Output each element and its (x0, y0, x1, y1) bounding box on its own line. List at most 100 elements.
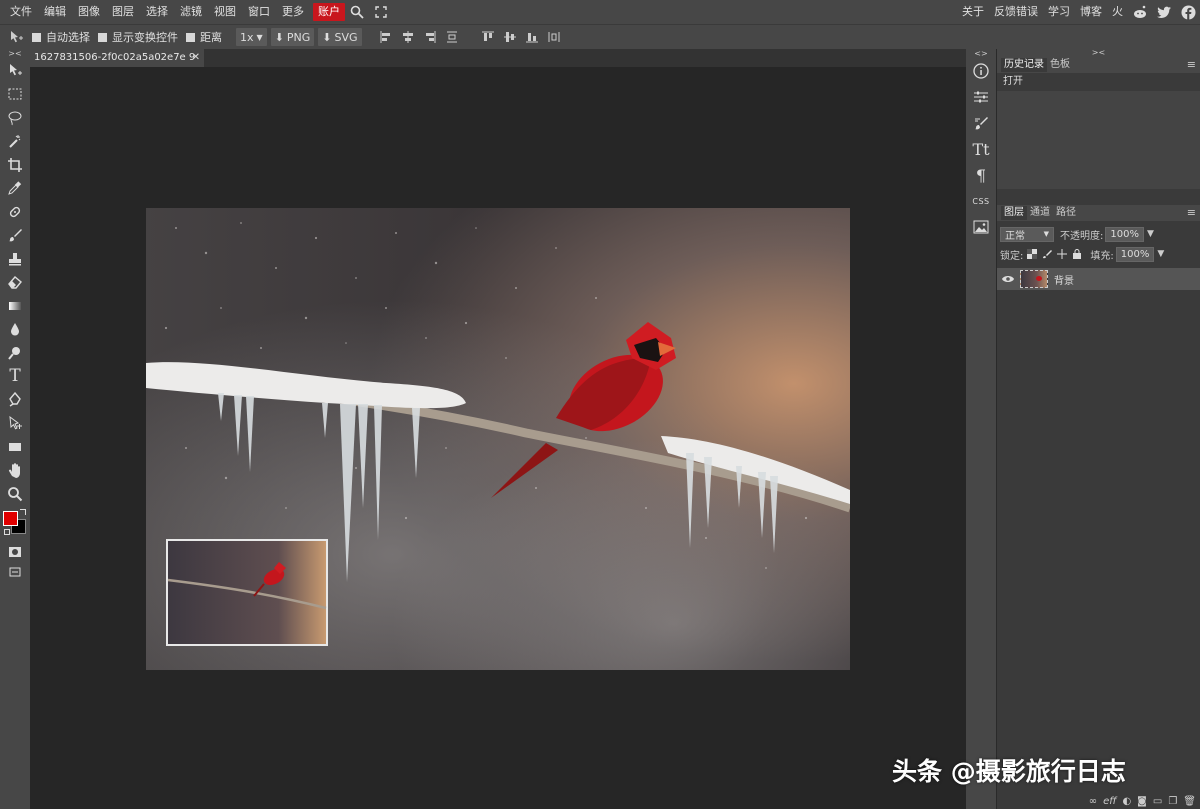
auto-select-box[interactable] (32, 32, 41, 42)
menu-filter[interactable]: 滤镜 (174, 0, 208, 24)
paragraph-icon[interactable]: ¶ (966, 162, 996, 188)
menu-report-bug[interactable]: 反馈错误 (989, 0, 1043, 24)
link-layers-icon[interactable]: ∞ (1089, 796, 1097, 807)
css-icon[interactable]: CSS (966, 188, 996, 214)
twitter-icon[interactable] (1152, 0, 1176, 24)
history-item[interactable]: 打开 (997, 73, 1200, 91)
character-icon[interactable]: Tt (966, 136, 996, 162)
align-bottom-icon[interactable] (524, 29, 540, 45)
distance-checkbox[interactable]: 距离 (186, 29, 222, 45)
zoom-select[interactable]: 1x ▼ (236, 28, 267, 46)
document-canvas[interactable] (146, 208, 850, 670)
adjustment-layer-icon[interactable]: ◐ (1122, 796, 1131, 807)
align-left-icon[interactable] (378, 29, 394, 45)
pen-tool-icon[interactable] (0, 388, 30, 412)
eyedropper-tool-icon[interactable] (0, 177, 30, 201)
show-transform-box[interactable] (98, 32, 107, 42)
menu-layer[interactable]: 图层 (106, 0, 140, 24)
align-center-h-icon[interactable] (400, 29, 416, 45)
marquee-tool-icon[interactable] (0, 83, 30, 107)
tab-swatches[interactable]: 色板 (1047, 58, 1073, 72)
hand-tool-icon[interactable] (0, 459, 30, 483)
tab-paths[interactable]: 路径 (1053, 206, 1079, 220)
dodge-tool-icon[interactable] (0, 341, 30, 365)
delete-layer-icon[interactable]: 🗑 (1183, 796, 1196, 807)
menu-edit[interactable]: 编辑 (38, 0, 72, 24)
distance-box[interactable] (186, 32, 195, 42)
menu-more[interactable]: 更多 (276, 0, 310, 24)
document-tab[interactable]: 1627831506-2f0c02a5a02e7e 9 ✕ (30, 49, 204, 67)
tab-layers[interactable]: 图层 (1001, 206, 1027, 220)
lasso-tool-icon[interactable] (0, 106, 30, 130)
menu-window[interactable]: 窗口 (242, 0, 276, 24)
type-tool-icon[interactable]: T (0, 365, 30, 389)
brush-tool-icon[interactable] (0, 224, 30, 248)
align-middle-icon[interactable] (502, 29, 518, 45)
menu-view[interactable]: 视图 (208, 0, 242, 24)
menu-about[interactable]: 关于 (957, 0, 989, 24)
adjustments-icon[interactable] (966, 84, 996, 110)
align-right-icon[interactable] (422, 29, 438, 45)
layer-row[interactable]: 背景 (997, 268, 1200, 290)
tab-history[interactable]: 历史记录 (1001, 58, 1047, 72)
default-colors-icon[interactable] (4, 528, 10, 535)
tab-channels[interactable]: 通道 (1027, 206, 1053, 220)
lock-transparency-icon[interactable] (1027, 249, 1038, 259)
screen-mode-icon[interactable] (0, 564, 30, 580)
lock-all-icon[interactable] (1072, 249, 1082, 259)
lock-paint-icon[interactable] (1042, 249, 1053, 259)
menu-blog[interactable]: 博客 (1075, 0, 1107, 24)
distribute-v-icon[interactable] (444, 29, 460, 45)
fill-input[interactable]: 100% (1115, 246, 1155, 262)
facebook-icon[interactable] (1176, 0, 1200, 24)
opacity-dropdown-icon[interactable]: ▼ (1147, 229, 1154, 239)
opacity-input[interactable]: 100% (1105, 226, 1144, 242)
eraser-tool-icon[interactable] (0, 271, 30, 295)
strip-expand-icon[interactable]: <> (966, 49, 996, 58)
show-transform-checkbox[interactable]: 显示变换控件 (98, 29, 178, 45)
panel-menu-icon[interactable]: ≡ (1187, 205, 1196, 221)
reddit-icon[interactable] (1128, 0, 1152, 24)
menu-account[interactable]: 账户 (313, 3, 345, 21)
blend-mode-select[interactable]: 正常 ▼ (1000, 226, 1054, 242)
magic-wand-tool-icon[interactable] (0, 130, 30, 154)
panel-menu-icon[interactable]: ≡ (1187, 57, 1196, 73)
toolbar-collapse-icon[interactable]: >< (0, 49, 30, 59)
distribute-h-icon[interactable] (546, 29, 562, 45)
search-icon[interactable] (345, 0, 369, 24)
swap-colors-icon[interactable] (20, 508, 26, 515)
export-svg-button[interactable]: ⬇ SVG (318, 28, 362, 46)
move-tool-icon[interactable] (0, 59, 30, 83)
eye-icon[interactable] (1002, 275, 1014, 283)
fill-dropdown-icon[interactable]: ▼ (1157, 249, 1164, 259)
export-png-button[interactable]: ⬇ PNG (270, 28, 315, 46)
menu-file[interactable]: 文件 (4, 0, 38, 24)
zoom-tool-icon[interactable] (0, 482, 30, 506)
foreground-color-swatch[interactable] (3, 510, 18, 526)
panels-collapse-icon[interactable]: >< (997, 49, 1200, 57)
crop-tool-icon[interactable] (0, 153, 30, 177)
layer-mask-icon[interactable]: ◙ (1137, 796, 1147, 807)
healing-tool-icon[interactable] (0, 200, 30, 224)
new-group-icon[interactable]: ▭ (1153, 796, 1162, 807)
lock-position-icon[interactable] (1057, 249, 1068, 259)
blur-tool-icon[interactable] (0, 318, 30, 342)
menu-select[interactable]: 选择 (140, 0, 174, 24)
auto-select-checkbox[interactable]: 自动选择 (32, 29, 90, 45)
gradient-tool-icon[interactable] (0, 294, 30, 318)
fullscreen-icon[interactable] (369, 0, 393, 24)
info-icon[interactable] (966, 58, 996, 84)
path-select-tool-icon[interactable] (0, 412, 30, 436)
menu-image[interactable]: 图像 (72, 0, 106, 24)
brush-settings-icon[interactable] (966, 110, 996, 136)
stamp-tool-icon[interactable] (0, 247, 30, 271)
menu-learn[interactable]: 学习 (1043, 0, 1075, 24)
align-top-icon[interactable] (480, 29, 496, 45)
menu-fire[interactable]: 火 (1107, 0, 1128, 24)
image-icon[interactable] (966, 214, 996, 240)
shape-tool-icon[interactable] (0, 435, 30, 459)
canvas-area[interactable] (30, 67, 966, 809)
quick-mask-icon[interactable] (0, 541, 30, 565)
close-icon[interactable]: ✕ (192, 49, 200, 67)
layer-effects-icon[interactable]: eff (1103, 796, 1116, 807)
